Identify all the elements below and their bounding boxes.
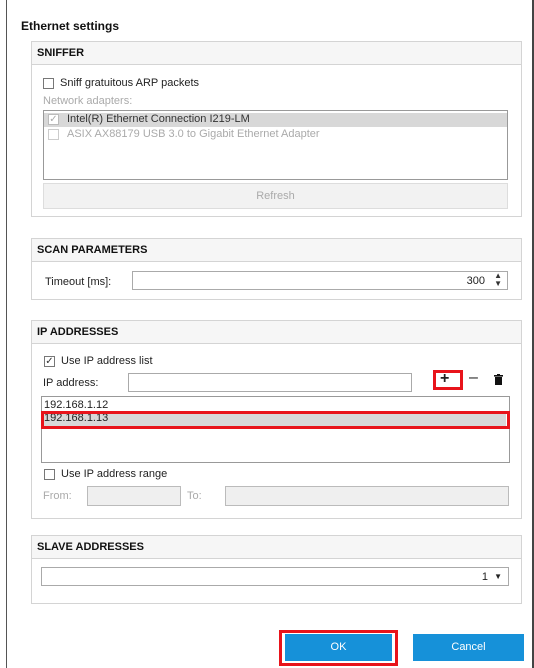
adapter-item[interactable]: ✓ Intel(R) Ethernet Connection I219-LM bbox=[44, 113, 507, 127]
cancel-button[interactable]: Cancel bbox=[413, 634, 524, 661]
spin-arrows-icon[interactable]: ▲ ▼ bbox=[494, 272, 502, 288]
adapter-label: ASIX AX88179 USB 3.0 to Gigabit Ethernet… bbox=[67, 128, 320, 140]
adapter-checkbox[interactable]: ✓ bbox=[48, 114, 59, 125]
slave-address-dropdown[interactable]: 1 ▼ bbox=[41, 567, 509, 586]
chevron-down-icon[interactable]: ▼ bbox=[494, 572, 502, 581]
gratuitous-arp-checkbox[interactable] bbox=[43, 78, 54, 89]
slave-addresses-header: SLAVE ADDRESSES bbox=[32, 536, 521, 559]
use-ip-range-checkbox[interactable] bbox=[44, 469, 55, 480]
plus-icon[interactable]: + bbox=[440, 371, 449, 387]
refresh-button[interactable]: Refresh bbox=[43, 183, 508, 209]
ip-addresses-group: IP ADDRESSES ✓ Use IP address list IP ad… bbox=[31, 320, 522, 519]
timeout-label: Timeout [ms]: bbox=[45, 276, 112, 288]
adapters-list[interactable]: ✓ Intel(R) Ethernet Connection I219-LM A… bbox=[43, 110, 508, 180]
timeout-spinbox[interactable]: 300 ▲ ▼ bbox=[132, 271, 508, 290]
scan-parameters-group: SCAN PARAMETERS Timeout [ms]: 300 ▲ ▼ bbox=[31, 238, 522, 300]
from-label: From: bbox=[43, 490, 72, 502]
ip-list-item-label: 192.168.1.12 bbox=[44, 399, 109, 411]
dialog-title: Ethernet settings bbox=[21, 19, 120, 33]
sniffer-group: SNIFFER Sniff gratuitous ARP packets Net… bbox=[31, 41, 522, 217]
sniffer-header: SNIFFER bbox=[32, 42, 521, 65]
ip-addresses-header: IP ADDRESSES bbox=[32, 321, 521, 344]
ip-address-label: IP address: bbox=[43, 377, 99, 389]
adapter-label: Intel(R) Ethernet Connection I219-LM bbox=[67, 113, 250, 125]
trash-icon[interactable] bbox=[494, 374, 503, 385]
adapter-checkbox[interactable] bbox=[48, 129, 59, 140]
to-input[interactable] bbox=[225, 486, 509, 506]
gratuitous-arp-label: Sniff gratuitous ARP packets bbox=[60, 77, 200, 89]
use-ip-list-checkbox[interactable]: ✓ bbox=[44, 356, 55, 367]
network-adapters-label: Network adapters: bbox=[43, 95, 133, 107]
ip-address-input[interactable] bbox=[128, 373, 412, 392]
slave-addresses-group: SLAVE ADDRESSES 1 ▼ bbox=[31, 535, 522, 604]
window-left-edge bbox=[6, 0, 7, 668]
from-input[interactable] bbox=[87, 486, 181, 506]
to-label: To: bbox=[187, 490, 202, 502]
use-ip-range-label: Use IP address range bbox=[61, 468, 168, 480]
selected-row-highlight bbox=[41, 411, 510, 429]
timeout-value: 300 bbox=[466, 275, 485, 287]
scan-parameters-header: SCAN PARAMETERS bbox=[32, 239, 521, 262]
ip-address-list[interactable]: 192.168.1.12 192.168.1.13 bbox=[41, 396, 510, 463]
slave-address-value: 1 bbox=[481, 571, 488, 583]
adapter-item[interactable]: ASIX AX88179 USB 3.0 to Gigabit Ethernet… bbox=[44, 128, 507, 142]
minus-icon[interactable]: – bbox=[469, 370, 478, 386]
use-ip-list-label: Use IP address list bbox=[61, 355, 153, 367]
ok-button[interactable]: OK bbox=[285, 634, 392, 661]
